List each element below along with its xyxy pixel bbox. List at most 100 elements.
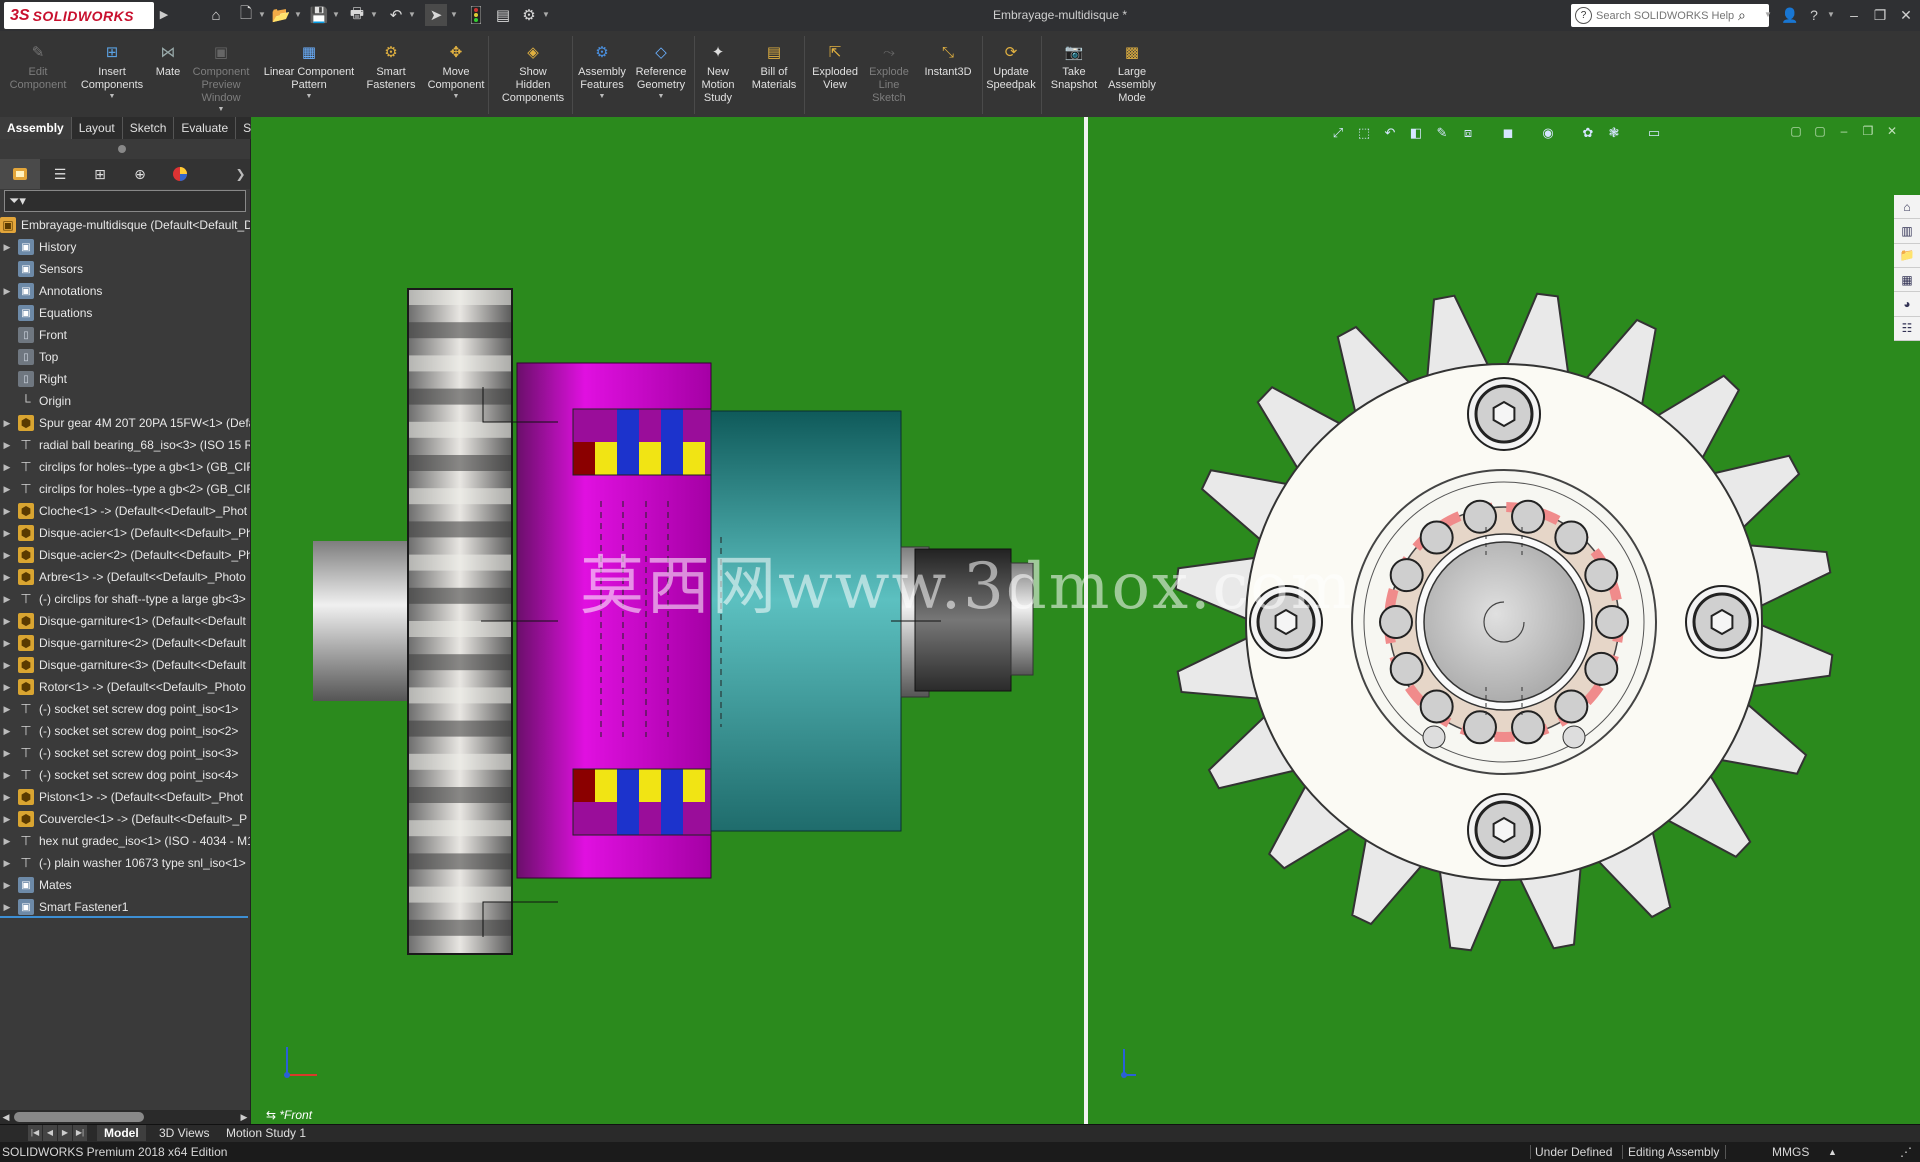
tree-item[interactable]: ▶ ⬢ Spur gear 4M 20T 20PA 15FW<1> (Default… — [0, 412, 250, 434]
tab-3d-views[interactable]: 3D Views — [152, 1125, 216, 1141]
solidworks-resources-icon[interactable]: ⌂ — [1894, 195, 1920, 220]
command-explode-line-sketch-button[interactable]: ⤳ Explode Line Sketch — [863, 31, 915, 117]
viewport-close-icon[interactable]: ✕ — [1882, 121, 1902, 141]
command-instant3d-button[interactable]: ⤡ Instant3D — [916, 31, 980, 117]
command-component-preview-window-button[interactable]: ▣ Component Preview Window ▼ — [188, 31, 254, 117]
tree-item[interactable]: ▶ ⊤ (-) socket set screw dog point_iso<3> — [0, 742, 250, 764]
zoom-to-fit-icon[interactable]: ⤢ — [1326, 121, 1350, 145]
chevron-down-icon[interactable]: ▼ — [369, 4, 379, 26]
tab-model[interactable]: Model — [97, 1125, 146, 1141]
command-bill-of-materials-button[interactable]: ▤ Bill of Materials — [745, 31, 803, 117]
command-new-motion-study-button[interactable]: ✦ New Motion Study — [694, 31, 742, 117]
command-assembly-features-button[interactable]: ⚙ Assembly Features ▼ — [573, 31, 631, 117]
help-search-box[interactable]: ? ⌕ — [1571, 4, 1769, 27]
expand-arrow-icon[interactable]: ▶ — [0, 528, 14, 539]
display-style-icon[interactable]: ◼ — [1496, 121, 1520, 145]
tree-item[interactable]: ▯ Front — [0, 324, 250, 346]
expand-arrow-icon[interactable]: ▶ — [0, 748, 14, 759]
chevron-down-icon[interactable]: ▼ — [541, 4, 551, 26]
tree-item[interactable]: ▶ ▣ Smart Fastener1 — [0, 896, 250, 918]
rebuild-traffic-light-icon[interactable] — [465, 4, 487, 26]
status-units[interactable]: MMGS — [1772, 1142, 1809, 1162]
command-insert-components-button[interactable]: ⊞ Insert Components ▼ — [75, 31, 149, 117]
expand-arrow-icon[interactable]: ▶ — [0, 880, 14, 891]
zoom-to-area-icon[interactable]: ⬚ — [1352, 121, 1376, 145]
expand-arrow-icon[interactable]: ▶ — [0, 462, 14, 473]
scroll-left-icon[interactable]: ◀ — [0, 1110, 12, 1124]
feature-manager-tab-icon[interactable] — [0, 159, 40, 189]
tree-item[interactable]: ▶ ⊤ (-) circlips for shaft--type a large g… — [0, 588, 250, 610]
chevron-down-icon[interactable]: ▼ — [1826, 4, 1836, 26]
save-icon[interactable]: 💾 — [308, 4, 330, 26]
tab-motion-study-1[interactable]: Motion Study 1 — [219, 1125, 313, 1141]
design-library-icon[interactable]: ▥ — [1894, 219, 1920, 244]
minimize-window-icon[interactable]: – — [1842, 4, 1866, 26]
configuration-manager-tab-icon[interactable]: ⊞ — [80, 159, 120, 189]
command-take-snapshot-button[interactable]: 📷 Take Snapshot — [1044, 31, 1104, 117]
home-icon[interactable]: ⌂ — [205, 4, 227, 26]
tree-item[interactable]: ▶ ⊤ (-) socket set screw dog point_iso<1> — [0, 698, 250, 720]
previous-view-icon[interactable]: ↶ — [1378, 121, 1402, 145]
expand-arrow-icon[interactable]: ▶ — [0, 594, 14, 605]
tree-item[interactable]: ▶ ⬢ Piston<1> -> (Default<<Default>_Phot — [0, 786, 250, 808]
hide-show-items-icon[interactable]: ◉ — [1536, 121, 1560, 145]
file-explorer-icon[interactable]: 📁 — [1894, 244, 1920, 268]
viewport-tile-icon[interactable]: ▢ — [1786, 121, 1806, 141]
command-edit-component-button[interactable]: ✎ Edit Component — [3, 31, 73, 117]
prev-tab-icon[interactable]: ◀ — [43, 1125, 57, 1141]
restore-window-icon[interactable]: ❐ — [1868, 4, 1892, 26]
tree-item[interactable]: ▯ Top — [0, 346, 250, 368]
property-manager-tab-icon[interactable]: ☰ — [40, 159, 80, 189]
view-orientation-icon[interactable]: ⧈ — [1456, 121, 1480, 145]
apply-scene-icon[interactable]: ❃ — [1602, 121, 1626, 145]
chevron-down-icon[interactable]: ▼ — [658, 93, 665, 100]
expand-arrow-icon[interactable]: ▶ — [0, 638, 14, 649]
tree-item[interactable]: ▶ ⬢ Disque-acier<2> (Default<<Default>_Ph — [0, 544, 250, 566]
scroll-right-icon[interactable]: ▶ — [238, 1110, 250, 1124]
status-resize-grip-icon[interactable]: ⋰ — [1900, 1142, 1912, 1162]
tree-item[interactable]: ▶ ⬢ Couvercle<1> -> (Default<<Default>_P — [0, 808, 250, 830]
tree-item[interactable]: ▶ ⬢ Disque-garniture<2> (Default<<Default — [0, 632, 250, 654]
help-icon[interactable]: ? — [1802, 4, 1826, 26]
tree-item[interactable]: ▶ ⬢ Disque-garniture<3> (Default<<Default — [0, 654, 250, 676]
command-mate-button[interactable]: ⋈ Mate — [148, 31, 188, 117]
edit-appearance-icon[interactable]: ✿ — [1576, 121, 1600, 145]
options-gear-icon[interactable]: ⚙ — [518, 4, 540, 26]
select-arrow-icon[interactable]: ➤ — [425, 4, 447, 26]
tree-item[interactable]: ▣ Sensors — [0, 258, 250, 280]
tab-evaluate[interactable]: Evaluate — [174, 117, 237, 139]
view-palette-icon[interactable]: ▦ — [1894, 268, 1920, 293]
tree-root-assembly[interactable]: ▣ Embrayage-multidisque (Default<Default… — [0, 214, 250, 236]
tree-item[interactable]: ▣ Equations — [0, 302, 250, 324]
tree-item[interactable]: ▶ ⬢ Disque-garniture<1> (Default<<Default — [0, 610, 250, 632]
expand-arrow-icon[interactable]: ▶ — [0, 726, 14, 737]
panel-expand-arrow-icon[interactable]: ❯ — [233, 159, 248, 189]
scrollbar-thumb[interactable] — [14, 1112, 144, 1122]
chevron-down-icon[interactable]: ▼ — [599, 93, 606, 100]
menu-flyout-arrow-icon[interactable]: ▶ — [157, 4, 171, 26]
expand-arrow-icon[interactable]: ▶ — [0, 836, 14, 847]
chevron-down-icon[interactable]: ▼ — [109, 93, 116, 100]
tree-item[interactable]: ▶ ⊤ circlips for holes--type a gb<2> (GB_C… — [0, 478, 250, 500]
search-icon[interactable]: ⌕ — [1738, 7, 1746, 24]
viewport-minimize-icon[interactable]: – — [1834, 121, 1854, 141]
viewport-restore-icon[interactable]: ❐ — [1858, 121, 1878, 141]
chevron-down-icon[interactable]: ▼ — [407, 4, 417, 26]
command-update-speedpak-button[interactable]: ⟳ Update Speedpak — [980, 31, 1042, 117]
command-move-component-button[interactable]: ✥ Move Component ▼ — [420, 31, 492, 117]
dimxpert-manager-tab-icon[interactable]: ⊕ — [120, 159, 160, 189]
tab-sketch[interactable]: Sketch — [123, 117, 175, 139]
new-document-icon[interactable]: 🗋 — [235, 4, 257, 26]
tree-rollback-bar[interactable] — [0, 916, 248, 918]
solidworks-logo[interactable]: 3S SOLIDWORKS — [4, 2, 154, 29]
panel-grip-handle[interactable] — [118, 145, 126, 153]
chevron-down-icon[interactable]: ▼ — [1763, 4, 1773, 26]
tree-item[interactable]: ▶ ▣ History — [0, 236, 250, 258]
command-show-hidden-components-button[interactable]: ◈ Show Hidden Components — [493, 31, 573, 117]
print-icon[interactable]: 🖶 — [346, 4, 368, 26]
chevron-down-icon[interactable]: ▼ — [331, 4, 341, 26]
expand-arrow-icon[interactable]: ▶ — [0, 506, 14, 517]
tree-item[interactable]: ▶ ⬢ Rotor<1> -> (Default<<Default>_Photo — [0, 676, 250, 698]
display-manager-tab-icon[interactable] — [160, 159, 200, 189]
expand-arrow-icon[interactable]: ▶ — [0, 484, 14, 495]
